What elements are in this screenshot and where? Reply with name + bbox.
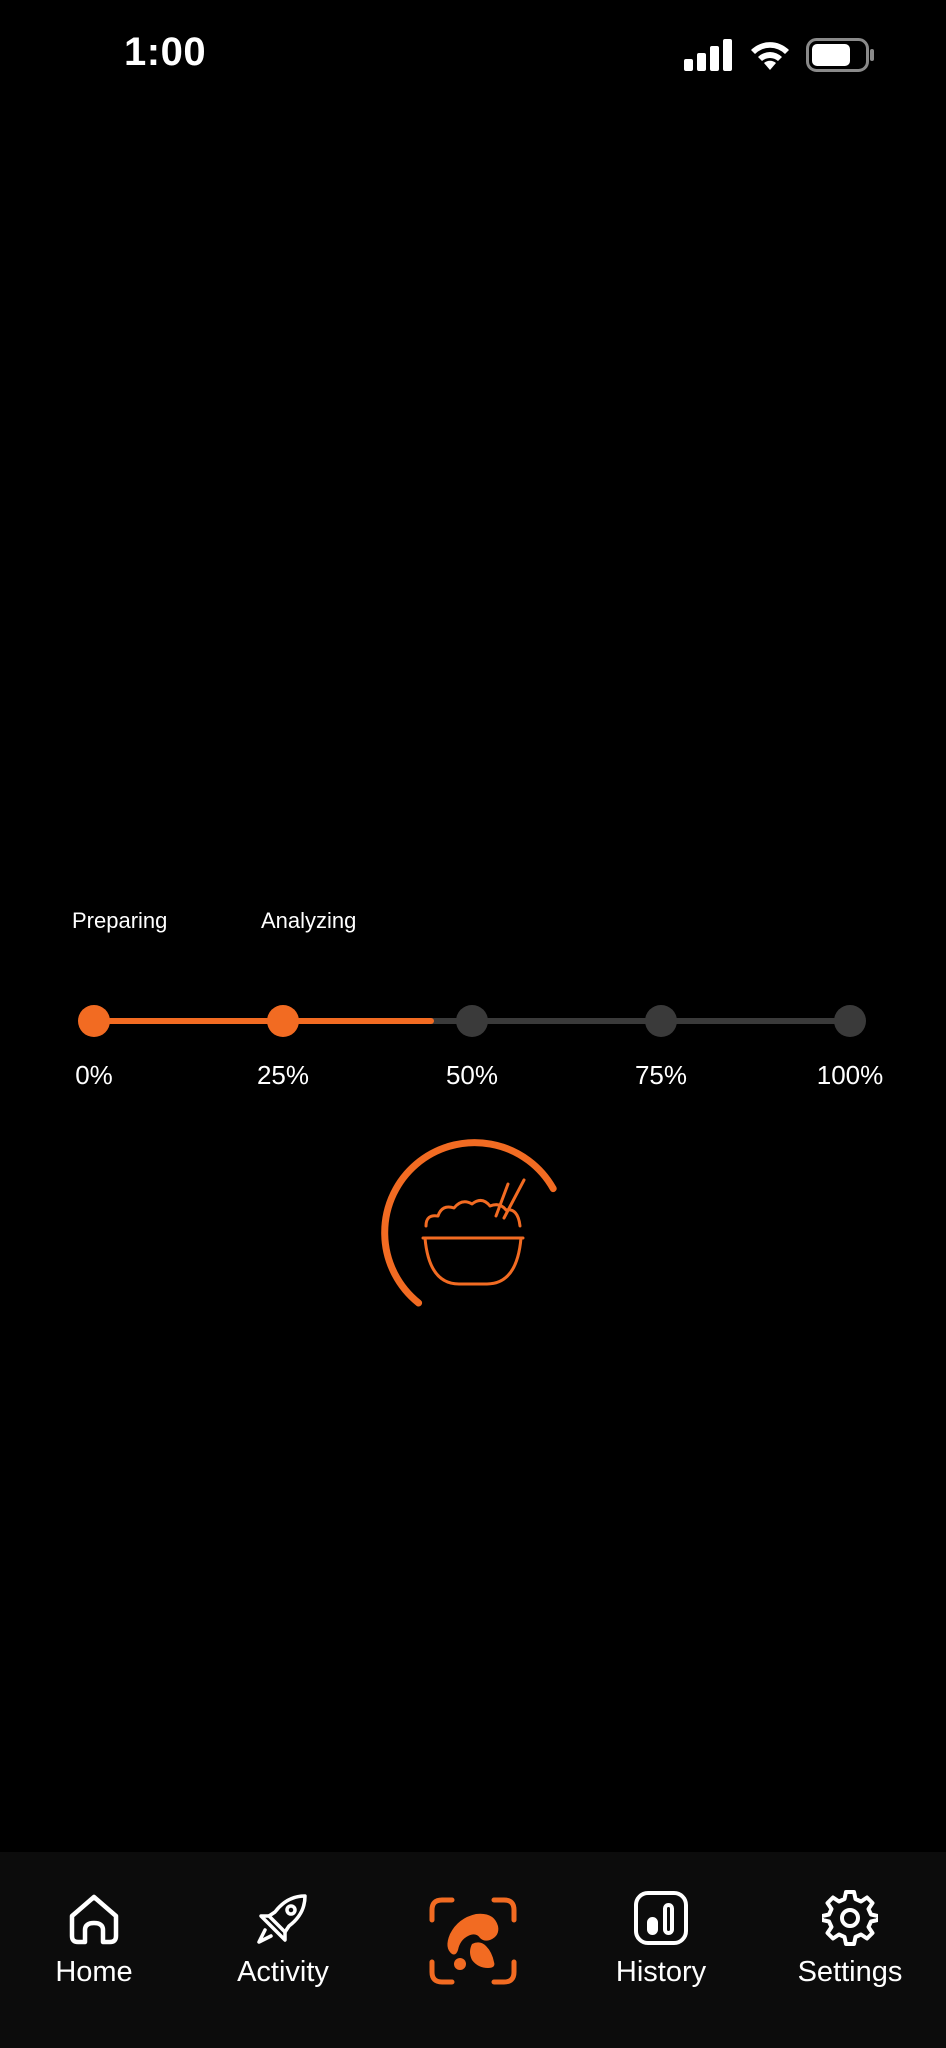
progress-node-75 [645,1005,677,1037]
tab-home-label: Home [55,1956,133,1988]
progress-node-100 [834,1005,866,1037]
battery-icon [806,38,874,72]
progress-node-0 [78,1005,110,1037]
tab-home[interactable]: Home [19,1888,169,1989]
status-bar: 1:00 [0,0,946,110]
progress-node-25 [267,1005,299,1037]
stage-label-preparing: Preparing [72,908,168,933]
loading-spinner [381,1139,557,1307]
spinner-arc [381,1139,557,1307]
home-icon [69,1894,119,1945]
status-icons [684,38,876,72]
tab-activity[interactable]: Activity [208,1888,358,1989]
tab-settings-label: Settings [797,1956,903,1988]
status-time: 1:00 [124,30,207,74]
step-label-100: 100% [816,1060,884,1090]
wifi-icon [751,42,789,70]
progress-fill [94,1018,435,1024]
step-label-25: 25% [256,1060,310,1090]
cellular-signal-icon [684,39,732,71]
bar-chart-icon [634,1891,688,1945]
step-label-75: 75% [634,1060,688,1090]
rocket-icon [257,1894,307,1944]
tab-activity-label: Activity [237,1956,329,1988]
step-label-0: 0% [75,1060,113,1090]
gear-icon [822,1890,878,1946]
food-scan-icon[interactable] [428,1896,518,1986]
progress-node-50 [456,1005,488,1037]
tab-history-label: History [615,1956,707,1988]
stage-label-analyzing: Analyzing [261,908,357,933]
step-label-50: 50% [445,1060,499,1090]
tab-history[interactable]: History [586,1888,736,1989]
rice-bowl-icon [421,1178,526,1286]
tab-settings[interactable]: Settings [775,1888,925,1989]
